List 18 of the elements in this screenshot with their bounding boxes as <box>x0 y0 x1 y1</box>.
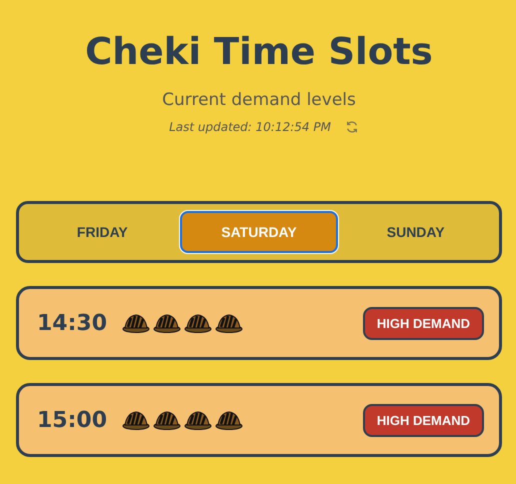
last-updated-text: Last updated: 10:12:54 PM <box>169 120 331 134</box>
slot-time: 15:00 <box>37 408 108 432</box>
subtitle: Current demand levels <box>162 90 356 110</box>
cake-icon <box>214 313 244 333</box>
cake-icon <box>183 410 213 430</box>
refresh-icon[interactable] <box>344 120 359 134</box>
slot-time: 14:30 <box>37 310 108 336</box>
cake-icon <box>121 313 151 333</box>
page-title: Cheki Time Slots <box>85 29 433 75</box>
cake-icon <box>121 410 151 430</box>
day-tab[interactable]: FRIDAY <box>25 211 180 253</box>
demand-badge: HIGH DEMAND <box>362 306 484 340</box>
cake-icon <box>214 410 244 430</box>
cake-icon <box>152 313 182 333</box>
cake-icon <box>183 313 213 333</box>
cake-icon <box>152 410 182 430</box>
day-tab[interactable]: SUNDAY <box>338 211 494 253</box>
demand-badge: HIGH DEMAND <box>362 404 484 436</box>
